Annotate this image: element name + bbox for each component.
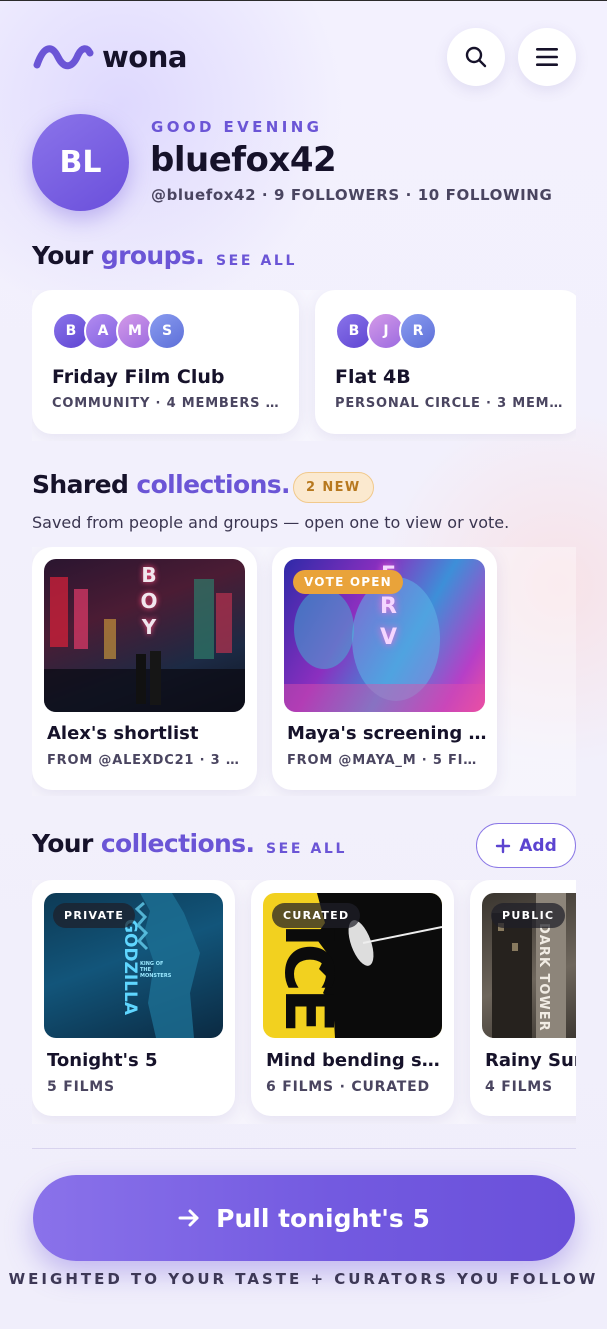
member-avatars: B J R: [335, 312, 437, 350]
poster-title: DARK TOWER: [536, 923, 551, 1032]
collection-title: Mind bending sci…: [266, 1050, 446, 1071]
groups-heading-accent: groups.: [100, 241, 205, 270]
groups-carousel[interactable]: B A M S Friday Film Club COMMUNITY · 4 M…: [32, 290, 576, 441]
shared-collection-card[interactable]: ERV VOTE OPEN Maya's screening r… FROM @…: [272, 547, 497, 790]
collection-meta: 4 FILMS: [485, 1079, 553, 1095]
privacy-tag: PUBLIC: [491, 903, 566, 928]
collection-meta: FROM @ALEXDC21 · 3 F…: [47, 753, 243, 768]
shared-subtitle: Saved from people and groups — open one …: [32, 513, 510, 532]
your-collections-heading: Your collections.: [32, 829, 255, 858]
groups-heading-plain: Your: [32, 241, 93, 270]
group-meta: PERSONAL CIRCLE · 3 MEMBE…: [335, 396, 563, 411]
groups-see-all-link[interactable]: SEE ALL: [216, 253, 297, 269]
plus-icon: [496, 838, 511, 853]
member-avatars: B A M S: [52, 312, 186, 350]
logo-text: wona: [102, 40, 187, 74]
privacy-tag: CURATED: [272, 903, 361, 928]
avatar-initials: BL: [59, 145, 102, 180]
new-count-badge: 2 NEW: [293, 472, 374, 503]
menu-button[interactable]: [518, 28, 576, 86]
collection-title: Rainy Sun: [485, 1050, 576, 1071]
profile-avatar[interactable]: BL: [32, 114, 129, 211]
member-avatar: S: [148, 312, 186, 350]
top-border: [0, 0, 607, 1]
shared-heading-accent: collections.: [136, 470, 290, 499]
collection-poster: GODZILLA KING OF THE MONSTERS PRIVATE: [44, 893, 223, 1038]
pull-tonights-5-button[interactable]: Pull tonight's 5: [33, 1175, 575, 1261]
collections-see-all-link[interactable]: SEE ALL: [266, 841, 347, 857]
vote-open-badge: VOTE OPEN: [293, 570, 403, 594]
shared-heading-plain: Shared: [32, 470, 129, 499]
arrow-right-icon: [178, 1209, 199, 1227]
your-collections-carousel[interactable]: GODZILLA KING OF THE MONSTERS PRIVATE To…: [32, 880, 576, 1124]
profile-stats[interactable]: @bluefox42 · 9 FOLLOWERS · 10 FOLLOWING: [151, 186, 552, 204]
member-avatar: R: [399, 312, 437, 350]
shared-collections-heading: Shared collections.: [32, 470, 291, 499]
your-collection-card[interactable]: GODZILLA KING OF THE MONSTERS PRIVATE To…: [32, 880, 235, 1116]
group-meta: COMMUNITY · 4 MEMBERS · 1…: [52, 396, 280, 411]
username: bluefox42: [150, 140, 337, 180]
poster-title: GODZILLA: [120, 919, 140, 1015]
your-heading-plain: Your: [32, 829, 93, 858]
greeting-text: GOOD EVENING: [151, 118, 323, 136]
collection-poster: DARK TOWER PUBLIC: [482, 893, 576, 1038]
wave-logo-icon: [33, 45, 94, 70]
collection-poster: ERV VOTE OPEN: [284, 559, 485, 712]
group-name: Flat 4B: [335, 366, 411, 388]
collection-poster: ICE CURATED: [263, 893, 442, 1038]
group-card-flat-4b[interactable]: B J R Flat 4B PERSONAL CIRCLE · 3 MEMBE…: [315, 290, 576, 434]
collection-meta: FROM @MAYA_M · 5 FI…: [287, 753, 478, 768]
pull-button-label: Pull tonight's 5: [216, 1203, 430, 1233]
your-collection-card[interactable]: DARK TOWER PUBLIC Rainy Sun 4 FILMS: [470, 880, 576, 1116]
poster-title: ICE: [270, 923, 347, 1030]
app-logo[interactable]: wona: [32, 40, 187, 74]
cta-footnote: WEIGHTED TO YOUR TASTE + CURATORS YOU FO…: [8, 1270, 599, 1288]
search-icon: [465, 46, 487, 68]
add-collection-button[interactable]: Add: [476, 823, 576, 868]
shared-collection-card[interactable]: BOY Alex's shortlist FROM @ALEXDC21 · 3 …: [32, 547, 257, 790]
collection-meta: 6 FILMS · CURATED: [266, 1079, 430, 1095]
section-divider: [32, 1148, 576, 1149]
shared-collections-carousel[interactable]: BOY Alex's shortlist FROM @ALEXDC21 · 3 …: [32, 547, 576, 796]
hamburger-menu-icon: [536, 48, 558, 66]
groups-heading: Your groups.: [32, 241, 205, 270]
collection-title: Alex's shortlist: [47, 723, 199, 744]
collection-title: Maya's screening r…: [287, 723, 487, 744]
poster-title: BOY: [137, 563, 161, 641]
search-button[interactable]: [447, 28, 505, 86]
group-card-friday-film-club[interactable]: B A M S Friday Film Club COMMUNITY · 4 M…: [32, 290, 299, 434]
group-name: Friday Film Club: [52, 366, 225, 388]
add-label: Add: [519, 835, 557, 856]
your-heading-accent: collections.: [100, 829, 255, 858]
poster-subtitle: KING OF THE MONSTERS: [140, 961, 172, 979]
collection-title: Tonight's 5: [47, 1050, 158, 1071]
collection-poster: BOY: [44, 559, 245, 712]
your-collection-card[interactable]: ICE CURATED Mind bending sci… 6 FILMS · …: [251, 880, 454, 1116]
privacy-tag: PRIVATE: [53, 903, 136, 928]
collection-meta: 5 FILMS: [47, 1079, 115, 1095]
